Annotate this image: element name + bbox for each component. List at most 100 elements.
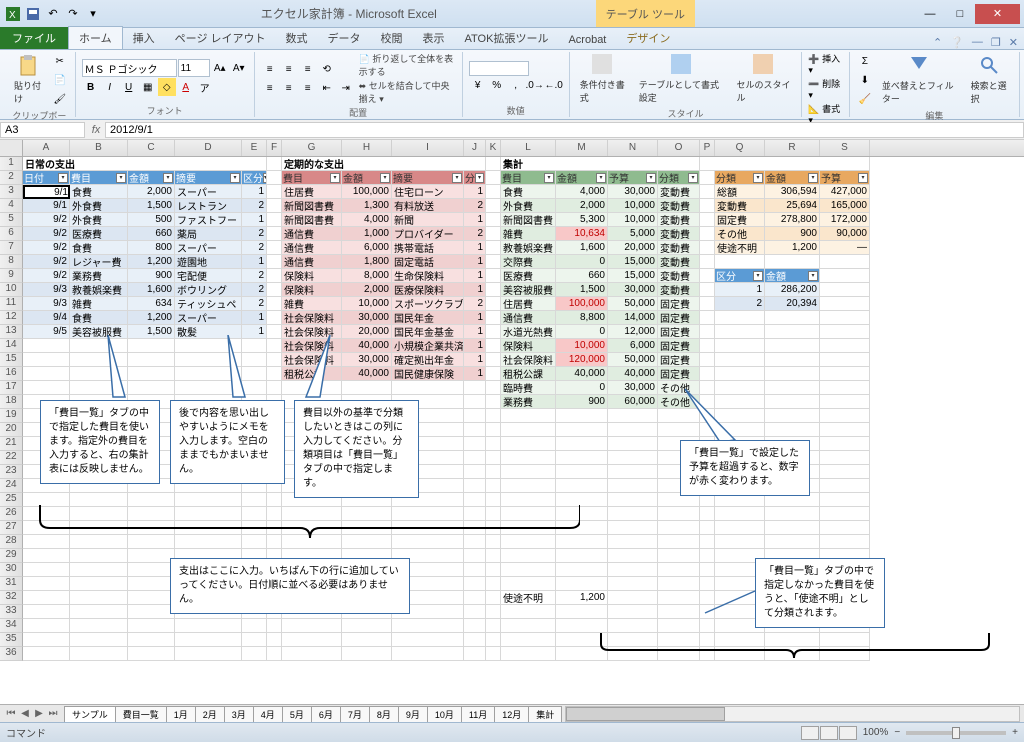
align-center-icon[interactable]: ≡ (280, 79, 298, 97)
row-header[interactable]: 32 (0, 591, 23, 605)
cell[interactable] (501, 451, 556, 465)
cell[interactable]: 20,394 (765, 297, 820, 311)
cell[interactable]: 固定費 (658, 367, 700, 381)
cell[interactable]: 10,000 (342, 297, 392, 311)
wrap-text-button[interactable]: 📄 折り返して全体を表示する (359, 52, 456, 78)
cell[interactable] (486, 423, 501, 437)
cell[interactable] (23, 619, 70, 633)
col-header-M[interactable]: M (556, 140, 608, 156)
cell[interactable]: 6,000 (342, 241, 392, 255)
row-header[interactable]: 24 (0, 479, 23, 493)
table-format-button[interactable]: テーブルとして書式設定 (635, 52, 729, 106)
align-middle-icon[interactable]: ≡ (280, 60, 298, 78)
cell[interactable] (486, 213, 501, 227)
cell[interactable] (715, 339, 765, 353)
cell[interactable] (70, 563, 128, 577)
tab-home[interactable]: ホーム (68, 26, 123, 49)
row-header[interactable]: 4 (0, 199, 23, 213)
cell[interactable] (128, 591, 175, 605)
maximize-button[interactable]: □ (945, 4, 975, 24)
cell[interactable]: 100,000 (342, 185, 392, 199)
cell[interactable] (486, 339, 501, 353)
cell[interactable] (267, 353, 282, 367)
cell[interactable]: 50,000 (608, 353, 658, 367)
cell[interactable] (608, 409, 658, 423)
cell[interactable]: 2,000 (342, 283, 392, 297)
cell[interactable] (556, 437, 608, 451)
cell[interactable] (267, 157, 282, 171)
cell[interactable] (128, 577, 175, 591)
fill-color-icon[interactable]: ◇ (158, 78, 176, 96)
cell[interactable]: 1,300 (342, 199, 392, 213)
conditional-format-button[interactable]: 条件付き書式 (576, 52, 631, 106)
cell[interactable] (715, 311, 765, 325)
tab-view[interactable]: 表示 (413, 27, 455, 49)
row-header[interactable]: 13 (0, 325, 23, 339)
window-restore-icon[interactable]: ❐ (991, 36, 1001, 49)
col-header-P[interactable]: P (700, 140, 715, 156)
cell[interactable]: 住宅ローン (392, 185, 464, 199)
cell[interactable]: 雑費 (282, 297, 342, 311)
tab-data[interactable]: データ (318, 27, 371, 49)
find-select-button[interactable]: 検索と選択 (967, 53, 1013, 107)
underline-button[interactable]: U (120, 78, 138, 96)
cell[interactable] (700, 521, 715, 535)
cell[interactable] (820, 367, 870, 381)
insert-cells-button[interactable]: ➕ 挿入 ▾ (808, 52, 842, 76)
cell[interactable] (658, 591, 700, 605)
cell[interactable] (486, 255, 501, 269)
align-right-icon[interactable]: ≡ (299, 79, 317, 97)
cell[interactable]: 1 (464, 325, 486, 339)
table-header[interactable]: 費目▾ (501, 171, 556, 185)
cell[interactable]: ボウリング (175, 283, 242, 297)
sheet-tab[interactable]: 費目一覧 (115, 706, 167, 722)
cell[interactable]: 使途不明 (715, 241, 765, 255)
row-header[interactable]: 15 (0, 353, 23, 367)
indent-increase-icon[interactable]: ⇥ (337, 79, 355, 97)
cell[interactable]: 4,000 (342, 213, 392, 227)
cell[interactable]: 9/3 (23, 297, 70, 311)
cell[interactable]: 定期的な支出 (282, 157, 486, 171)
cell[interactable] (820, 493, 870, 507)
cell[interactable] (556, 409, 608, 423)
fx-icon[interactable]: fx (87, 124, 105, 136)
row-header[interactable]: 18 (0, 395, 23, 409)
sheet-tab[interactable]: 8月 (369, 706, 399, 722)
cell[interactable]: 10,634 (556, 227, 608, 241)
cell[interactable]: スーパー (175, 311, 242, 325)
cell[interactable]: 変動費 (658, 227, 700, 241)
row-header[interactable]: 36 (0, 647, 23, 661)
cell[interactable] (486, 563, 501, 577)
sheet-tab[interactable]: 4月 (253, 706, 283, 722)
sheet-prev-icon[interactable]: ◀ (18, 708, 32, 719)
row-header[interactable]: 25 (0, 493, 23, 507)
comma-icon[interactable]: , (507, 77, 525, 95)
cell[interactable] (128, 633, 175, 647)
cell[interactable] (501, 409, 556, 423)
cell[interactable] (486, 577, 501, 591)
tab-review[interactable]: 校閲 (371, 27, 413, 49)
cell[interactable]: 変動費 (658, 185, 700, 199)
cell[interactable]: 国民年金基金 (392, 325, 464, 339)
cell[interactable] (765, 339, 820, 353)
col-header-N[interactable]: N (608, 140, 658, 156)
cell[interactable] (556, 451, 608, 465)
cell[interactable]: 使途不明 (501, 591, 556, 605)
cell[interactable]: スーパー (175, 241, 242, 255)
cell[interactable]: 50,000 (608, 297, 658, 311)
cell[interactable] (608, 591, 658, 605)
cell[interactable] (267, 283, 282, 297)
cell[interactable] (658, 521, 700, 535)
cell[interactable]: 1 (464, 241, 486, 255)
cell[interactable] (486, 451, 501, 465)
cell[interactable]: 1,200 (128, 311, 175, 325)
cell[interactable] (715, 507, 765, 521)
cell[interactable] (700, 353, 715, 367)
sheet-tab[interactable]: 10月 (427, 706, 462, 722)
cell[interactable] (820, 507, 870, 521)
view-layout-icon[interactable] (820, 726, 838, 740)
cell[interactable]: 9/5 (23, 325, 70, 339)
cell[interactable] (820, 451, 870, 465)
col-header-D[interactable]: D (175, 140, 242, 156)
cell[interactable] (267, 647, 282, 661)
